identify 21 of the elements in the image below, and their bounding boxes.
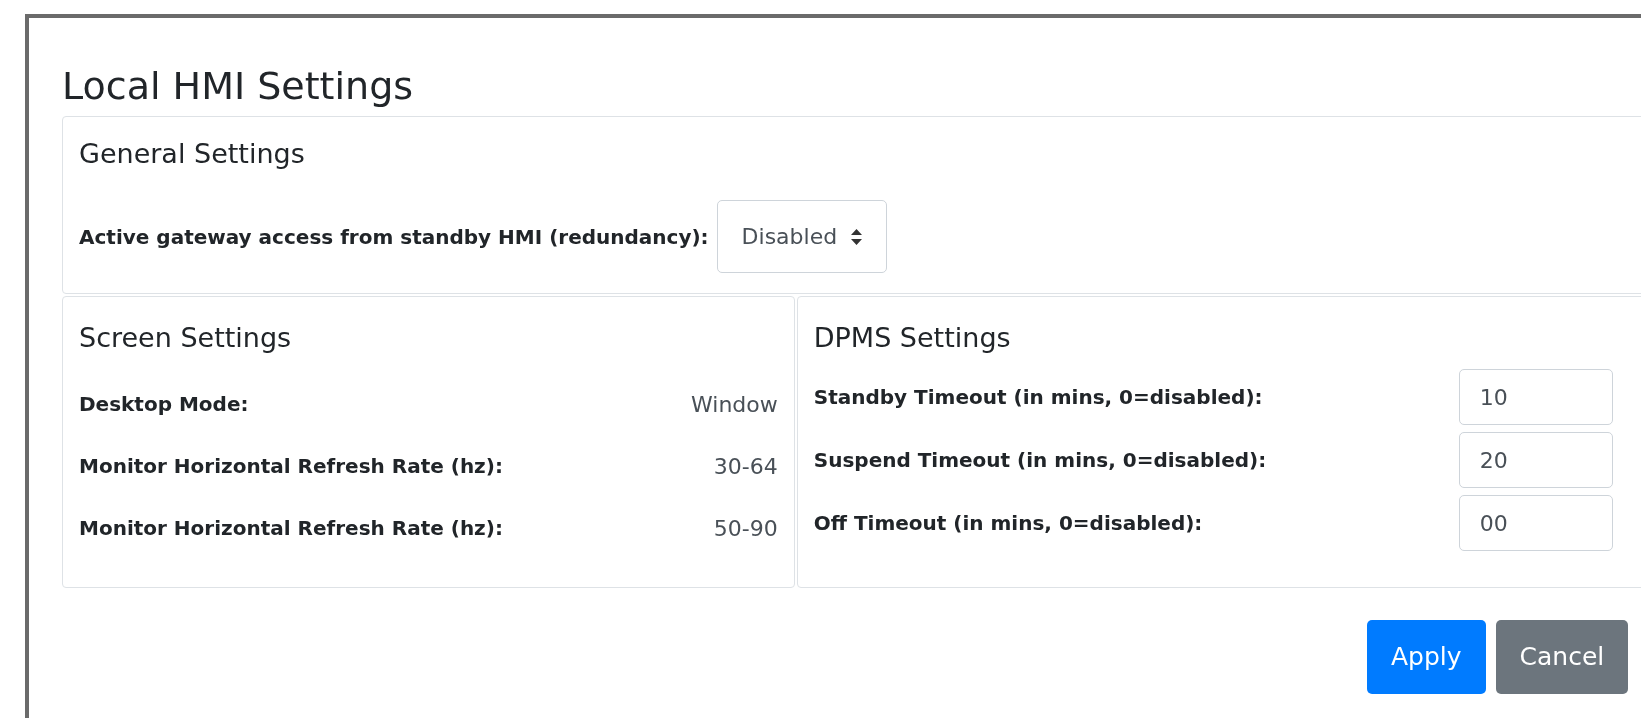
section-heading: DPMS Settings — [813, 321, 1011, 355]
setting-label: Monitor Horizontal Refresh Rate (hz): — [79, 515, 503, 542]
dropdown[interactable]: Disabled — [716, 200, 888, 273]
input-field[interactable]: 10 — [1458, 369, 1613, 425]
setting-label: Off Timeout (in mins, 0=disabled): — [813, 510, 1204, 537]
section-heading: Screen Settings — [79, 321, 292, 355]
input-field[interactable]: 00 — [1458, 495, 1613, 551]
input-field[interactable]: 20 — [1458, 432, 1613, 488]
section-heading: General Settings — [79, 137, 305, 171]
dialog-title: Local HMI Settings — [62, 63, 414, 110]
setting-value: 30-64 — [713, 452, 778, 481]
field-label: Active gateway access from standby HMI (redundancy): — [79, 223, 709, 251]
setting-label: Monitor Horizontal Refresh Rate (hz): — [79, 453, 503, 480]
setting-label: Desktop Mode: — [79, 391, 249, 418]
setting-label: Standby Timeout (in mins, 0=disabled): — [813, 384, 1264, 411]
sort-caret-icon — [851, 228, 863, 245]
setting-label: Suspend Timeout (in mins, 0=disabled): — [813, 447, 1268, 474]
setting-value: 50-90 — [713, 514, 778, 543]
apply-button[interactable]: Apply — [1367, 620, 1486, 694]
setting-value: Window — [691, 390, 778, 419]
cancel-button[interactable]: Cancel — [1495, 620, 1629, 694]
